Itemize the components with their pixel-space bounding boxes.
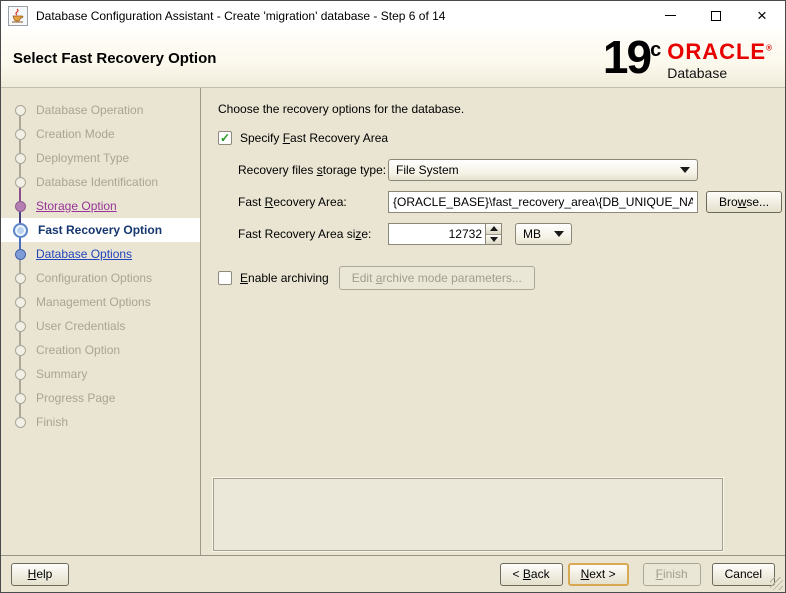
fra-location-input[interactable] [388, 191, 698, 213]
step-dot-icon [15, 417, 26, 428]
step-label: Storage Option [36, 199, 117, 213]
step-label: Creation Mode [36, 127, 115, 141]
step-dot-icon [15, 177, 26, 188]
minimize-icon[interactable] [647, 1, 693, 30]
storage-type-dropdown[interactable]: File System [388, 159, 698, 181]
step-dot-icon [15, 321, 26, 332]
oracle-wordmark: ORACLE® [667, 41, 773, 63]
wizard-header: Select Fast Recovery Option 19 c ORACLE®… [1, 30, 785, 88]
next-button[interactable]: Next > [568, 563, 629, 586]
step-dot-icon [15, 201, 26, 212]
step-label: Deployment Type [36, 151, 129, 165]
cancel-button[interactable]: Cancel [712, 563, 775, 586]
back-button[interactable]: < Back [500, 563, 563, 586]
step-label: Database Identification [36, 175, 158, 189]
title-bar: Database Configuration Assistant - Creat… [1, 1, 785, 30]
logo-database: Database [667, 65, 773, 81]
specify-fra-label: Specify Fast Recovery Area [240, 131, 388, 145]
sidebar-step-management-options: Management Options [1, 290, 200, 314]
sidebar-step-fast-recovery-option: Fast Recovery Option [1, 218, 200, 242]
specify-fra-checkbox[interactable]: ✓ [218, 131, 232, 145]
java-app-icon [8, 6, 28, 26]
button-bar: Help < Back Next > Finish Cancel [1, 555, 785, 592]
sidebar-step-configuration-options: Configuration Options [1, 266, 200, 290]
step-dot-icon [15, 297, 26, 308]
spinner-up-icon[interactable] [486, 224, 501, 235]
fra-size-row: Fast Recovery Area size: MB [238, 223, 785, 245]
step-label: User Credentials [36, 319, 125, 333]
sidebar-step-database-operation: Database Operation [1, 98, 200, 122]
browse-button[interactable]: Browse... [706, 191, 782, 213]
fra-size-unit-value: MB [523, 227, 541, 241]
step-label: Database Operation [36, 103, 143, 117]
storage-type-label: Recovery files storage type: [238, 163, 388, 177]
chevron-down-icon [554, 231, 564, 237]
step-label: Summary [36, 367, 87, 381]
sidebar-step-storage-option[interactable]: Storage Option [1, 194, 200, 218]
wizard-steps: Database Operation Creation Mode Deploymen… [1, 88, 201, 555]
step-label: Configuration Options [36, 271, 152, 285]
checkmark-icon: ✓ [220, 132, 230, 144]
sidebar-step-deployment-type: Deployment Type [1, 146, 200, 170]
fra-size-label: Fast Recovery Area size: [238, 227, 388, 241]
sidebar-step-finish: Finish [1, 410, 200, 434]
message-box [213, 478, 723, 551]
sidebar-step-database-options[interactable]: Database Options [1, 242, 200, 266]
content-pane: Choose the recovery options for the data… [201, 88, 785, 555]
sidebar-step-database-identification: Database Identification [1, 170, 200, 194]
sidebar-step-creation-option: Creation Option [1, 338, 200, 362]
page-title: Select Fast Recovery Option [13, 50, 216, 67]
fra-size-input[interactable] [389, 224, 485, 244]
step-dot-icon [15, 153, 26, 164]
logo-c: c [650, 39, 661, 62]
step-dot-icon [15, 249, 26, 260]
step-dot-icon [15, 345, 26, 356]
resize-grip-icon[interactable] [770, 577, 783, 590]
step-dot-icon [15, 129, 26, 140]
window-controls: × [647, 1, 785, 30]
close-icon[interactable]: × [739, 1, 785, 30]
step-label: Progress Page [36, 391, 115, 405]
enable-archiving-row: Enable archiving Edit archive mode param… [218, 266, 785, 290]
sidebar-step-summary: Summary [1, 362, 200, 386]
dbca-window: Database Configuration Assistant - Creat… [0, 0, 786, 593]
sidebar-step-user-credentials: User Credentials [1, 314, 200, 338]
enable-archiving-checkbox[interactable] [218, 271, 232, 285]
step-dot-icon [13, 223, 28, 238]
maximize-icon[interactable] [693, 1, 739, 30]
window-title: Database Configuration Assistant - Creat… [36, 9, 445, 23]
step-label: Fast Recovery Option [38, 223, 162, 237]
step-dot-icon [15, 273, 26, 284]
page-description: Choose the recovery options for the data… [218, 102, 785, 116]
step-label: Creation Option [36, 343, 120, 357]
step-dot-icon [15, 369, 26, 380]
fra-location-row: Fast Recovery Area: Browse... [238, 191, 785, 213]
step-label: Database Options [36, 247, 132, 261]
oracle-19c-logo: 19 c ORACLE® Database [603, 36, 773, 81]
step-dot-icon [15, 105, 26, 116]
spinner-down-icon[interactable] [486, 235, 501, 245]
specify-fra-row: ✓ Specify Fast Recovery Area [218, 130, 785, 146]
fra-size-unit-dropdown[interactable]: MB [515, 223, 572, 245]
step-label: Finish [36, 415, 68, 429]
storage-type-row: Recovery files storage type: File System [238, 159, 785, 181]
logo-19: 19 [603, 36, 650, 80]
storage-type-value: File System [396, 163, 459, 177]
fra-size-stepper [388, 223, 502, 245]
fra-location-label: Fast Recovery Area: [238, 195, 388, 209]
step-label: Management Options [36, 295, 151, 309]
sidebar-step-progress-page: Progress Page [1, 386, 200, 410]
step-dot-icon [15, 393, 26, 404]
edit-archive-mode-button: Edit archive mode parameters... [339, 266, 535, 290]
finish-button: Finish [643, 563, 701, 586]
enable-archiving-label: Enable archiving [240, 271, 329, 285]
sidebar-step-creation-mode: Creation Mode [1, 122, 200, 146]
help-button[interactable]: Help [11, 563, 69, 586]
chevron-down-icon [680, 167, 690, 173]
